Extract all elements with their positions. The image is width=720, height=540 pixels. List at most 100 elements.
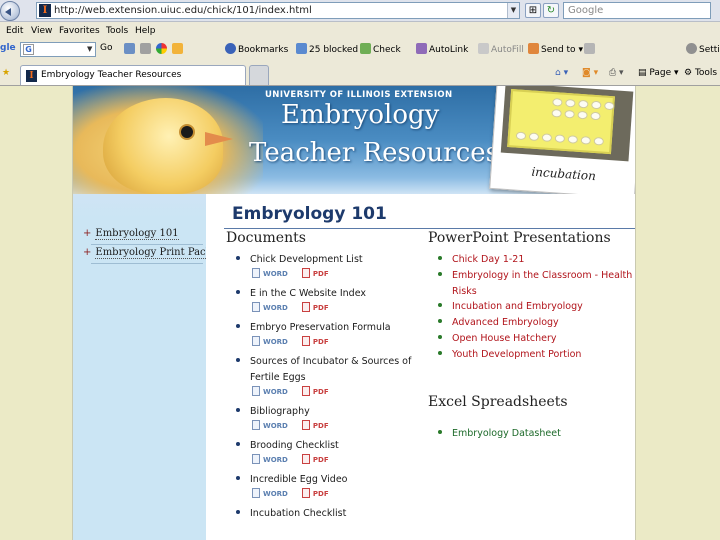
word-link[interactable]: WORD [263, 270, 288, 278]
pdf-link[interactable]: PDF [313, 270, 329, 278]
ppt-link[interactable]: Chick Day 1-21 [452, 254, 524, 265]
sidebar-item-embryology-101[interactable]: + Embryology 101 [83, 228, 179, 240]
doc-link[interactable]: Embryo Preservation Formula [250, 322, 391, 333]
doc-link[interactable]: Bibliography [250, 406, 310, 417]
compatibility-icon[interactable]: ⊞ [525, 3, 541, 18]
page-title: Embryology 101 [232, 204, 387, 224]
pdf-link[interactable]: PDF [313, 338, 329, 346]
word-icon [252, 336, 260, 346]
pdf-icon [301, 488, 310, 498]
autofill-icon [478, 43, 489, 54]
list-item: Brooding Checklist WORD PDF [236, 438, 416, 465]
send-to-button[interactable]: Send to ▾ [528, 43, 583, 55]
autolink-icon [416, 43, 427, 54]
word-icon [252, 420, 260, 430]
word-link[interactable]: WORD [263, 388, 288, 396]
ppt-link[interactable]: Incubation and Embryology [452, 301, 583, 312]
menu-help[interactable]: Help [135, 26, 156, 36]
word-link[interactable]: WORD [263, 456, 288, 464]
settings-button[interactable]: Settings [686, 43, 720, 55]
ppt-link[interactable]: Embryology in the Classroom - Health Ris… [452, 270, 632, 297]
chick-beak [205, 132, 233, 146]
home-icon[interactable]: ⌂ ▾ [555, 68, 568, 78]
feeds-icon[interactable]: ◙ ▾ [582, 68, 598, 78]
menu-tools[interactable]: Tools [106, 26, 128, 36]
word-link[interactable]: WORD [263, 338, 288, 346]
google-toolbar-logo: gle [0, 43, 16, 53]
address-field[interactable]: I http://web.extension.uiuc.edu/chick/10… [36, 2, 520, 19]
pdf-icon [301, 386, 310, 396]
word-link[interactable]: WORD [263, 304, 288, 312]
pdf-link[interactable]: PDF [313, 304, 329, 312]
search-input[interactable]: Google [563, 2, 711, 19]
documents-heading: Documents [226, 230, 306, 246]
go-button[interactable]: Go [100, 43, 112, 53]
url-dropdown-icon[interactable]: ▼ [507, 3, 519, 18]
google-dropdown-icon[interactable]: ▼ [87, 42, 97, 57]
word-link[interactable]: WORD [263, 422, 288, 430]
google-search-field[interactable]: G [20, 42, 96, 57]
list-item: Embryology Datasheet [438, 426, 634, 442]
search-placeholder: Google [568, 5, 604, 16]
tools-menu-button[interactable]: ⚙ Tools [684, 68, 717, 78]
menu-view[interactable]: View [31, 26, 52, 36]
pdf-link[interactable]: PDF [313, 490, 329, 498]
doc-link[interactable]: Brooding Checklist [250, 440, 339, 451]
tab-active[interactable]: I Embryology Teacher Resources [20, 65, 246, 85]
print-icon[interactable] [139, 43, 151, 54]
doc-link[interactable]: Chick Development List [250, 254, 363, 265]
sidebar-item-print-packet[interactable]: + Embryology Print Packet [83, 247, 222, 259]
favorites-star-icon[interactable]: ★ [2, 68, 10, 78]
bookmarks-button[interactable]: Bookmarks [225, 43, 288, 55]
google-g-icon: G [23, 44, 34, 55]
autofill-button[interactable]: AutoFill [478, 43, 524, 55]
excel-link[interactable]: Embryology Datasheet [452, 428, 561, 439]
doc-link[interactable]: Incredible Egg Video [250, 474, 348, 485]
incubator-image [500, 86, 634, 162]
chrome-icon[interactable] [155, 43, 167, 54]
word-icon [252, 268, 260, 278]
print-menu-icon[interactable]: ⎙ ▾ [609, 68, 624, 78]
menu-edit[interactable]: Edit [6, 26, 23, 36]
excel-heading: Excel Spreadsheets [428, 394, 568, 410]
pdf-link[interactable]: PDF [313, 388, 329, 396]
list-item: Embryology in the Classroom - Health Ris… [438, 268, 634, 300]
menu-bar: Edit View Favorites Tools Help [0, 25, 720, 39]
toolbar-icon-group [124, 43, 185, 55]
site-favicon: I [39, 4, 51, 17]
list-item: Bibliography WORD PDF [236, 404, 416, 431]
incubator-tray [507, 89, 615, 155]
list-item: Youth Development Portion [438, 347, 634, 363]
ppt-link[interactable]: Youth Development Portion [452, 349, 581, 360]
news-icon[interactable] [171, 43, 183, 54]
page-menu-button[interactable]: ▤ Page ▾ [638, 68, 679, 78]
word-icon [252, 488, 260, 498]
list-item: Chick Development List WORD PDF [236, 252, 416, 279]
pdf-icon [301, 336, 310, 346]
refresh-icon[interactable]: ↻ [543, 3, 559, 18]
ppt-link[interactable]: Advanced Embryology [452, 317, 559, 328]
menu-favorites[interactable]: Favorites [59, 26, 100, 36]
page-icon: ▤ [638, 68, 650, 78]
list-item: Incubation and Embryology [438, 299, 634, 315]
pencil-icon[interactable] [584, 43, 597, 55]
web-search-icon[interactable] [124, 43, 135, 54]
popup-blocker-button[interactable]: 25 blocked [296, 43, 358, 55]
spell-check-button[interactable]: Check [360, 43, 401, 55]
word-link[interactable]: WORD [263, 490, 288, 498]
pdf-link[interactable]: PDF [313, 456, 329, 464]
back-button[interactable] [0, 1, 20, 21]
doc-link[interactable]: E in the C Website Index [250, 288, 366, 299]
list-item: E in the C Website Index WORD PDF [236, 286, 416, 313]
pdf-link[interactable]: PDF [313, 422, 329, 430]
new-tab-button[interactable] [249, 65, 269, 85]
main-content: Embryology 101 Documents PowerPoint Pres… [206, 194, 635, 540]
tab-favicon: I [26, 70, 37, 82]
doc-link[interactable]: Sources of Incubator & Sources of Fertil… [250, 356, 411, 383]
list-item: Incubation Checklist [236, 506, 416, 522]
pdf-icon [301, 420, 310, 430]
doc-link[interactable]: Incubation Checklist [250, 508, 346, 519]
ppt-link[interactable]: Open House Hatchery [452, 333, 557, 344]
check-icon [360, 43, 371, 54]
autolink-button[interactable]: AutoLink [416, 43, 468, 55]
